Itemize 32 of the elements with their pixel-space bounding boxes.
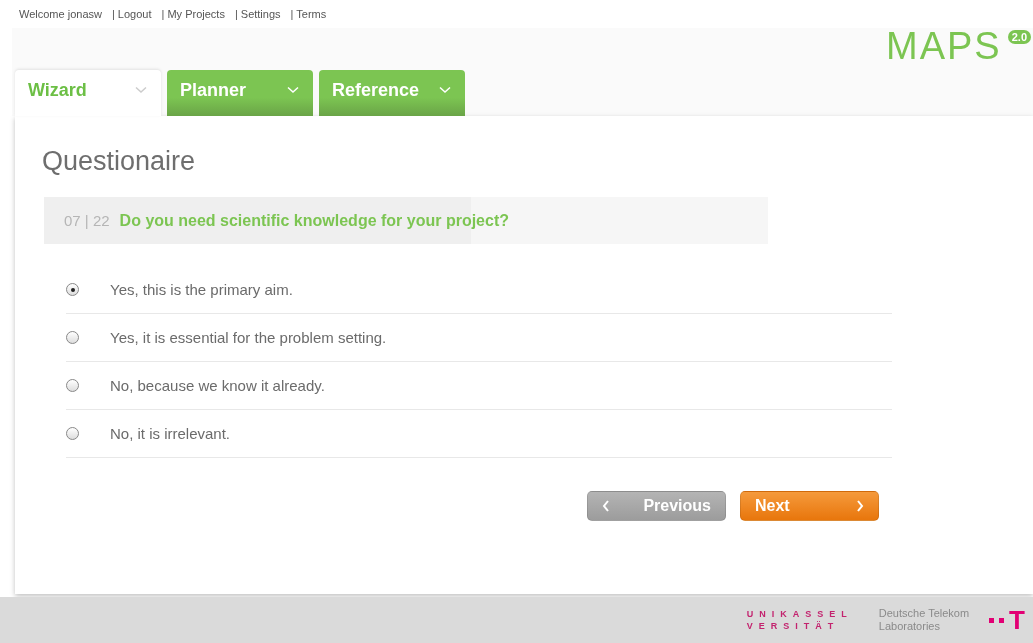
- menu-tab[interactable]: Reference: [319, 70, 465, 116]
- welcome-text: Welcome jonasw: [19, 8, 102, 20]
- answer-label: Yes, this is the primary aim.: [110, 281, 293, 298]
- square-icon: [999, 617, 1005, 623]
- menu-tab[interactable]: Planner: [167, 70, 313, 116]
- radio-button[interactable]: [66, 283, 79, 296]
- answer-label: No, because we know it already.: [110, 377, 325, 394]
- radio-button[interactable]: [66, 331, 79, 344]
- chevron-down-icon: [287, 86, 299, 94]
- version-badge: 2.0: [1007, 30, 1031, 44]
- radio-button[interactable]: [66, 379, 79, 392]
- nav-link[interactable]: | Terms: [290, 8, 327, 20]
- question-text: Do you need scientific knowledge for your project?: [119, 211, 509, 230]
- question-counter: 07 | 22: [64, 212, 110, 229]
- logo-text: MAPS: [886, 28, 1002, 64]
- university-logo: UNIKASSEL VERSITÄT: [746, 608, 853, 632]
- menu-tab[interactable]: Wizard: [15, 70, 161, 116]
- nav-link[interactable]: | My Projects: [161, 8, 225, 20]
- lab-name: Deutsche Telekom Laboratories: [878, 607, 970, 633]
- answer-label: Yes, it is essential for the problem setting.: [110, 329, 387, 346]
- telekom-logo: T: [1009, 607, 1025, 633]
- next-button[interactable]: Next: [740, 491, 879, 521]
- chevron-left-icon: [602, 500, 610, 512]
- nav-link[interactable]: | Logout: [111, 8, 152, 20]
- chevron-down-icon: [135, 86, 147, 94]
- square-icon: [989, 617, 995, 623]
- chevron-right-icon: [856, 500, 864, 512]
- radio-button[interactable]: [66, 427, 79, 440]
- nav-link[interactable]: | Settings: [234, 8, 281, 20]
- page-title: Questionaire: [42, 146, 197, 177]
- answer-label: No, it is irrelevant.: [110, 425, 231, 442]
- chevron-down-icon: [439, 86, 451, 94]
